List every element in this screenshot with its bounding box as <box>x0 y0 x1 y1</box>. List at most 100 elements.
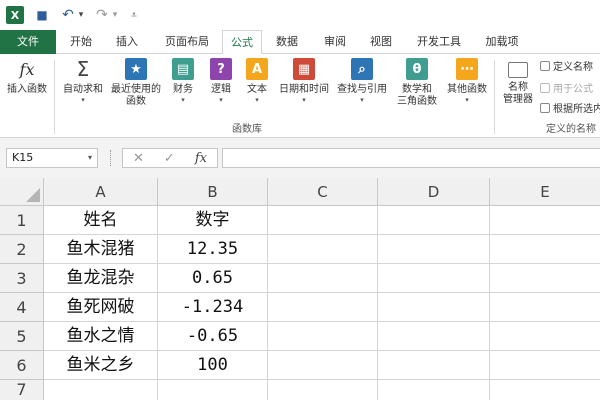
theta-icon: θ <box>406 58 428 80</box>
row-header[interactable]: 2 <box>0 235 44 264</box>
recently-used-label-2: 函数 <box>126 96 146 107</box>
name-manager-button[interactable]: 名称 管理器 <box>498 58 538 106</box>
tab-data[interactable]: 数据 <box>270 30 304 54</box>
cell-d6[interactable] <box>378 351 490 380</box>
cell-a2[interactable]: 鱼木混猪 <box>44 235 158 264</box>
cell-b2[interactable]: 12.35 <box>158 235 268 264</box>
cell-a5[interactable]: 鱼水之情 <box>44 322 158 351</box>
cell-d5[interactable] <box>378 322 490 351</box>
enter-icon[interactable]: ✓ <box>164 151 175 166</box>
row-header[interactable]: 6 <box>0 351 44 380</box>
financial-button[interactable]: ▤ 财务 ▾ <box>168 58 198 104</box>
cell-d3[interactable] <box>378 264 490 293</box>
cell-c3[interactable] <box>268 264 378 293</box>
cell-e1[interactable] <box>490 206 600 235</box>
row-header[interactable]: 3 <box>0 264 44 293</box>
column-header-d[interactable]: D <box>378 178 490 206</box>
cell-e7[interactable] <box>490 380 600 400</box>
formula-bar-splitter[interactable] <box>110 150 112 166</box>
cell-e2[interactable] <box>490 235 600 264</box>
cell-c7[interactable] <box>268 380 378 400</box>
star-icon: ★ <box>125 58 147 80</box>
create-from-selection-button[interactable]: 根据所选内 <box>540 100 600 115</box>
cell-a4[interactable]: 鱼死网破 <box>44 293 158 322</box>
tab-insert[interactable]: 插入 <box>110 30 144 54</box>
cell-c6[interactable] <box>268 351 378 380</box>
cell-a3[interactable]: 鱼龙混杂 <box>44 264 158 293</box>
cancel-icon[interactable]: ✕ <box>133 151 144 166</box>
define-name-button[interactable]: 定义名称 <box>540 58 593 73</box>
cell-b4[interactable]: -1.234 <box>158 293 268 322</box>
tab-file[interactable]: 文件 <box>0 30 56 54</box>
autosum-label: 自动求和 <box>63 84 103 95</box>
row-header[interactable]: 4 <box>0 293 44 322</box>
name-manager-label: 名称 <box>508 82 528 93</box>
insert-function-icon[interactable]: fx <box>195 151 207 166</box>
select-all-corner[interactable] <box>0 178 44 206</box>
tab-page-layout[interactable]: 页面布局 <box>158 30 216 54</box>
row-header[interactable]: 1 <box>0 206 44 235</box>
redo-dropdown-icon[interactable]: ▾ <box>110 6 120 24</box>
select-all-icon <box>26 188 40 202</box>
tab-formulas[interactable]: 公式 <box>222 30 262 55</box>
title-bar: X ■ ↶ ▾ ↷ ▾ ⩡ <box>0 0 600 30</box>
cell-b3[interactable]: 0.65 <box>158 264 268 293</box>
cell-e3[interactable] <box>490 264 600 293</box>
cell-d4[interactable] <box>378 293 490 322</box>
grid-icon <box>540 102 550 113</box>
save-icon[interactable]: ■ <box>34 6 50 24</box>
cell-e5[interactable] <box>490 322 600 351</box>
formula-input[interactable] <box>222 148 600 168</box>
logical-label: 逻辑 <box>211 84 231 95</box>
redo-icon[interactable]: ↷ <box>94 6 110 24</box>
cell-e4[interactable] <box>490 293 600 322</box>
use-in-formula-button[interactable]: 用于公式 <box>540 80 593 95</box>
row-header[interactable]: 5 <box>0 322 44 351</box>
tab-add-ins[interactable]: 加载项 <box>478 30 526 54</box>
math-trig-button[interactable]: θ 数学和 三角函数 <box>394 58 440 108</box>
tab-home[interactable]: 开始 <box>64 30 98 54</box>
cell-b5[interactable]: -0.65 <box>158 322 268 351</box>
cell-b6[interactable]: 100 <box>158 351 268 380</box>
cell-a6[interactable]: 鱼米之乡 <box>44 351 158 380</box>
tab-developer[interactable]: 开发工具 <box>410 30 468 54</box>
cell-c2[interactable] <box>268 235 378 264</box>
date-time-button[interactable]: ▦ 日期和时间 ▾ <box>276 58 332 104</box>
undo-dropdown-icon[interactable]: ▾ <box>76 6 86 24</box>
text-button[interactable]: A 文本 ▾ <box>242 58 272 104</box>
tab-review[interactable]: 审阅 <box>318 30 352 54</box>
undo-icon[interactable]: ↶ <box>60 6 76 24</box>
cell-c4[interactable] <box>268 293 378 322</box>
logical-button[interactable]: ? 逻辑 ▾ <box>206 58 236 104</box>
cell-a1[interactable]: 姓名 <box>44 206 158 235</box>
ribbon-separator <box>54 60 55 134</box>
cell-a7[interactable] <box>44 380 158 400</box>
cell-c1[interactable] <box>268 206 378 235</box>
cell-b7[interactable] <box>158 380 268 400</box>
chevron-down-icon[interactable]: ▾ <box>88 149 92 167</box>
recently-used-button[interactable]: ★ 最近使用的 函数 <box>108 58 164 108</box>
row-header[interactable]: 7 <box>0 380 44 400</box>
financial-icon: ▤ <box>172 58 194 80</box>
column-header-c[interactable]: C <box>268 178 378 206</box>
worksheet-grid: A B C D E 1 姓名 数字 2 鱼木混猪 12.35 3 鱼龙混杂 0.… <box>0 178 600 400</box>
cell-b1[interactable]: 数字 <box>158 206 268 235</box>
column-header-a[interactable]: A <box>44 178 158 206</box>
cell-d1[interactable] <box>378 206 490 235</box>
insert-function-button[interactable]: fx 插入函数 <box>4 58 50 96</box>
cell-c5[interactable] <box>268 322 378 351</box>
lookup-reference-button[interactable]: ⌕ 查找与引用 ▾ <box>334 58 390 104</box>
more-functions-button[interactable]: ⋯ 其他函数 ▾ <box>444 58 490 104</box>
column-header-e[interactable]: E <box>490 178 600 206</box>
autosum-button[interactable]: Σ 自动求和 ▾ <box>58 57 108 104</box>
column-header-b[interactable]: B <box>158 178 268 206</box>
name-box[interactable]: K15 ▾ <box>6 148 98 168</box>
cell-d7[interactable] <box>378 380 490 400</box>
tab-view[interactable]: 视图 <box>364 30 398 54</box>
chevron-down-icon: ▾ <box>219 96 223 104</box>
formula-bar: K15 ▾ ✕ ✓ fx <box>0 138 600 178</box>
cell-e6[interactable] <box>490 351 600 380</box>
sigma-icon: Σ <box>76 57 90 81</box>
cell-d2[interactable] <box>378 235 490 264</box>
customize-toolbar-icon[interactable]: ⩡ <box>128 6 140 24</box>
